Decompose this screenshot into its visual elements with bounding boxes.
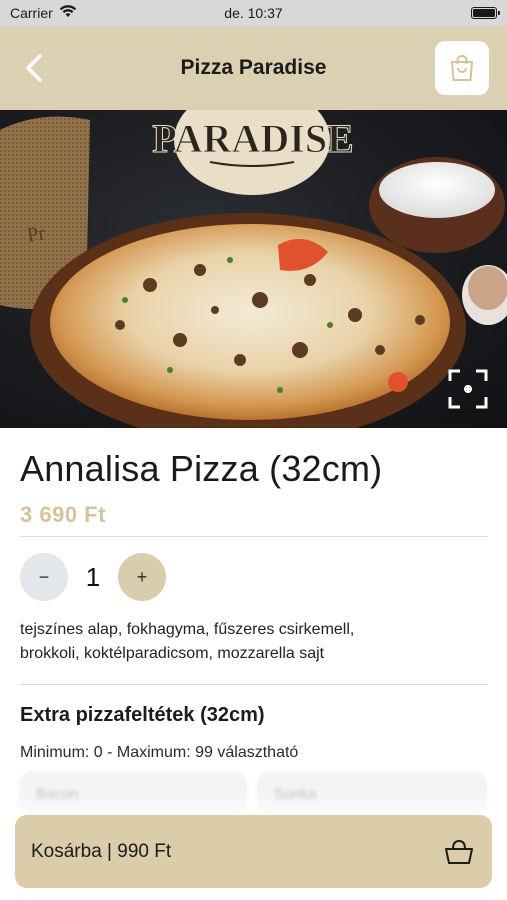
product-price: 3 690 Ft (20, 502, 106, 527)
quantity-stepper: − 1 + (20, 552, 166, 602)
ingredients-text: tejszínes alap, fokhagyma, fűszeres csir… (20, 618, 480, 666)
increase-quantity-button[interactable]: + (118, 553, 166, 601)
product-image: Pr PARADISE (0, 110, 507, 428)
ingredients-line: brokkoli, koktélparadicsom, mozzarella s… (20, 645, 325, 662)
basket-icon (445, 839, 473, 864)
status-bar: Carrier de. 10:37 (0, 0, 507, 26)
extras-title: Extra pizzafeltétek (32cm) (20, 704, 265, 726)
ingredients-line: tejszínes alap, fokhagyma, fűszeres csir… (20, 621, 355, 638)
battery-icon (471, 7, 500, 19)
status-left: Carrier (10, 5, 77, 21)
add-to-cart-button[interactable]: Kosárba | 990 Ft (15, 815, 492, 888)
svg-text:Pr: Pr (26, 222, 47, 246)
navigation-header: Pizza Paradise (0, 26, 507, 110)
logo-text: PARADISE (152, 116, 354, 161)
decrease-quantity-button[interactable]: − (20, 553, 68, 601)
product-name: Annalisa Pizza (32cm) (20, 448, 383, 489)
carrier-label: Carrier (10, 5, 53, 21)
add-to-cart-label: Kosárba | 990 Ft (31, 840, 172, 862)
page-title: Pizza Paradise (180, 56, 327, 79)
shopping-bag-icon (451, 55, 473, 81)
back-button[interactable] (14, 48, 54, 88)
chevron-left-icon (26, 54, 42, 82)
scan-expand-icon (448, 369, 488, 409)
cart-button[interactable] (435, 41, 489, 95)
extras-limits: Minimum: 0 - Maximum: 99 választható (20, 744, 299, 761)
expand-image-button[interactable] (447, 368, 489, 410)
divider (20, 684, 488, 685)
divider (20, 536, 488, 537)
wifi-icon (59, 5, 77, 21)
quantity-value: 1 (85, 561, 101, 592)
